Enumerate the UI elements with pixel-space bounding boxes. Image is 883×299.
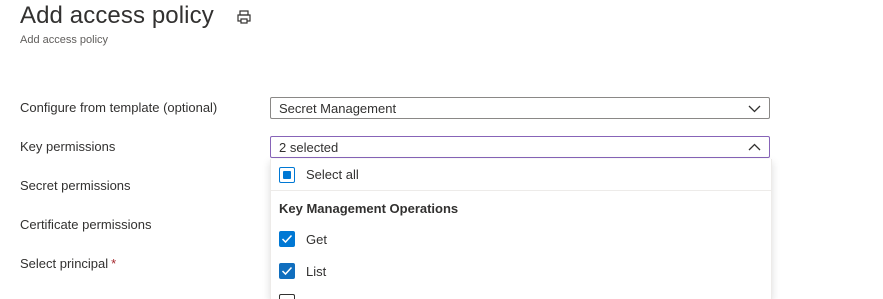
- key-permissions-dropdown[interactable]: 2 selected: [270, 136, 770, 158]
- key-permissions-menu: Select all Key Management Operations Get…: [270, 159, 772, 299]
- chevron-up-icon: [748, 143, 761, 151]
- checkmark-icon: [281, 266, 293, 276]
- template-dropdown-value: Secret Management: [279, 101, 397, 116]
- certificate-permissions-label: Certificate permissions: [20, 217, 152, 232]
- page-title: Add access policy: [20, 2, 214, 29]
- select-principal-text: Select principal: [20, 256, 109, 271]
- required-mark: *: [111, 256, 117, 271]
- template-dropdown[interactable]: Secret Management: [270, 97, 770, 119]
- chevron-down-icon: [748, 105, 761, 113]
- template-label: Configure from template (optional): [20, 100, 218, 115]
- select-all-label: Select all: [306, 167, 359, 182]
- secret-permissions-label: Secret permissions: [20, 178, 131, 193]
- select-principal-label: Select principal *: [20, 256, 116, 271]
- list-checkbox[interactable]: [279, 263, 295, 279]
- print-icon[interactable]: [236, 9, 252, 25]
- option-get[interactable]: Get: [271, 224, 771, 254]
- option-list[interactable]: List: [271, 256, 771, 286]
- option-list-label: List: [306, 264, 327, 279]
- select-all-checkbox[interactable]: [279, 167, 295, 183]
- key-permissions-label: Key permissions: [20, 139, 116, 154]
- checkmark-icon: [281, 234, 293, 244]
- next-option-checkbox[interactable]: [279, 294, 295, 299]
- option-get-label: Get: [306, 232, 327, 247]
- get-checkbox[interactable]: [279, 231, 295, 247]
- select-all-option[interactable]: Select all: [271, 159, 771, 191]
- group-header-key-management: Key Management Operations: [279, 201, 459, 216]
- key-permissions-dropdown-value: 2 selected: [279, 140, 339, 155]
- page-subtitle: Add access policy: [20, 34, 109, 46]
